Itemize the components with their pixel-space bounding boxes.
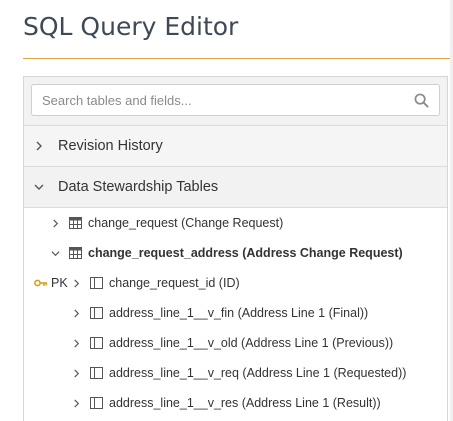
field-label: address_line_1__v_req (Address Line 1 (R… (109, 366, 407, 380)
chevron-right-icon (36, 141, 42, 151)
section-data-stewardship-tables[interactable]: Data Stewardship Tables (24, 167, 447, 208)
chevron-right-icon[interactable] (72, 368, 81, 378)
section-revision-history[interactable]: Revision History (24, 126, 447, 167)
chevron-down-icon (34, 184, 44, 190)
table-label: change_request_address (Address Change R… (88, 246, 403, 260)
search-input[interactable] (32, 85, 439, 115)
field-row-address-line-1-v-req[interactable]: address_line_1__v_req (Address Line 1 (R… (24, 358, 447, 388)
schema-browser-panel: Revision History Data Stewardship Tables (23, 76, 448, 421)
column-icon (90, 397, 103, 409)
sql-query-editor: SQL Query Editor Revision History Data S… (0, 0, 453, 421)
field-row-address-line-1-v-fin[interactable]: address_line_1__v_fin (Address Line 1 (F… (24, 298, 447, 328)
table-icon (69, 217, 82, 229)
column-icon (90, 277, 103, 289)
column-icon (90, 367, 103, 379)
chevron-right-icon[interactable] (72, 338, 81, 348)
field-label: address_line_1__v_old (Address Line 1 (P… (109, 336, 394, 350)
field-label: address_line_1__v_res (Address Line 1 (R… (109, 396, 381, 410)
table-label: change_request (Change Request) (88, 216, 284, 230)
primary-key-marker: PK (34, 276, 68, 290)
section-label: Revision History (58, 138, 163, 154)
field-row-address-line-1-v-old[interactable]: address_line_1__v_old (Address Line 1 (P… (24, 328, 447, 358)
chevron-right-icon[interactable] (51, 218, 60, 228)
table-icon (69, 247, 82, 259)
column-icon (90, 307, 103, 319)
page-title: SQL Query Editor (23, 12, 239, 41)
column-icon (90, 337, 103, 349)
search-icon[interactable] (414, 93, 429, 108)
table-row-change-request[interactable]: change_request (Change Request) (24, 208, 447, 238)
field-label: change_request_id (ID) (109, 276, 240, 290)
pk-label: PK (51, 276, 68, 290)
chevron-down-icon[interactable] (51, 249, 60, 258)
key-icon (34, 279, 48, 287)
section-label: Data Stewardship Tables (58, 179, 219, 195)
table-tree: change_request (Change Request) change_r… (24, 208, 447, 418)
field-row-change-request-id[interactable]: PK change_request_id (ID) (24, 268, 447, 298)
chevron-right-icon[interactable] (72, 308, 81, 318)
chevron-right-icon[interactable] (72, 398, 81, 408)
field-label: address_line_1__v_fin (Address Line 1 (F… (109, 306, 369, 320)
field-row-address-line-1-v-res[interactable]: address_line_1__v_res (Address Line 1 (R… (24, 388, 447, 418)
search-box (31, 84, 440, 116)
table-row-change-request-address[interactable]: change_request_address (Address Change R… (24, 238, 447, 268)
title-divider (23, 58, 450, 59)
search-bar (24, 77, 447, 126)
chevron-right-icon[interactable] (72, 278, 81, 288)
